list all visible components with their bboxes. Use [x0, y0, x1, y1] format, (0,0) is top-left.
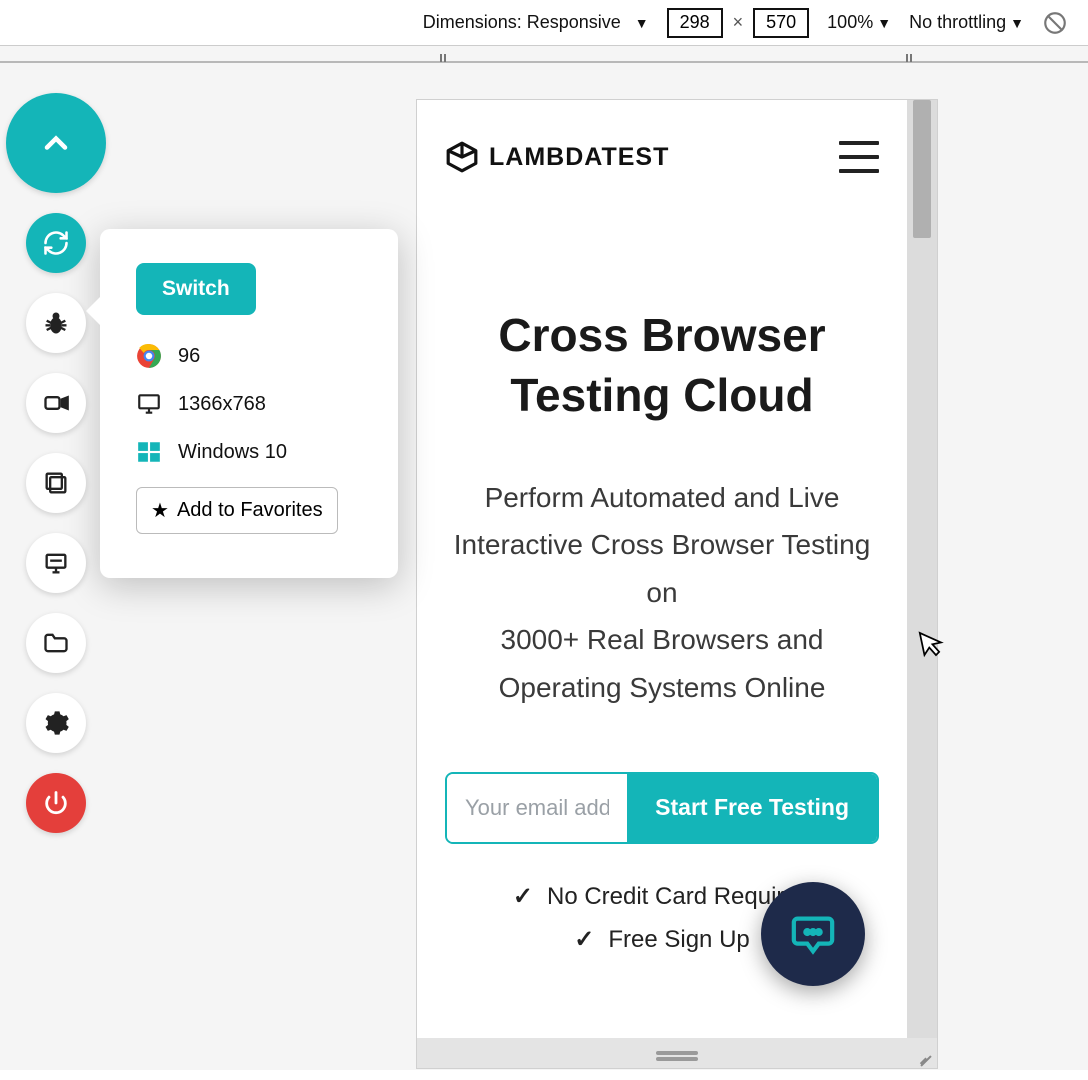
page-header: LAMBDATEST: [417, 100, 907, 198]
brand-name: LAMBDATEST: [489, 143, 669, 172]
caret-down-icon: ▼: [877, 15, 891, 31]
caret-down-icon: ▼: [1010, 15, 1024, 31]
hero-sub-line2: on: [646, 577, 677, 608]
check-icon: ✓: [513, 883, 533, 910]
add-to-favorites-button[interactable]: ★ Add to Favorites: [136, 487, 338, 534]
device-viewport[interactable]: LAMBDATEST Cross Browser Testing Cloud P…: [417, 100, 907, 1040]
perk-text: Free Sign Up: [608, 926, 749, 953]
hero-title: Cross Browser Testing Cloud: [417, 306, 907, 426]
os-value: Windows 10: [178, 441, 287, 464]
screenshot-gallery-button[interactable]: [26, 453, 86, 513]
width-input[interactable]: [667, 8, 723, 38]
device-frame: LAMBDATEST Cross Browser Testing Cloud P…: [416, 99, 938, 1069]
os-row: Windows 10: [136, 439, 362, 465]
dimension-separator: ×: [733, 12, 744, 33]
settings-button[interactable]: [26, 693, 86, 753]
files-button[interactable]: [26, 613, 86, 673]
throttling-dropdown[interactable]: No throttling ▼: [909, 12, 1024, 33]
hero-sub-line1: Perform Automated and Live Interactive C…: [454, 482, 871, 561]
dimensions-label: Dimensions: Responsive: [423, 12, 621, 33]
signup-row: Start Free Testing: [445, 772, 879, 844]
mark-bug-button[interactable]: [26, 293, 86, 353]
scrollbar-thumb[interactable]: [913, 100, 931, 238]
chat-widget-button[interactable]: [761, 882, 865, 986]
logo-mark-icon: [445, 140, 479, 174]
zoom-dropdown[interactable]: 100% ▼: [827, 12, 891, 33]
devtools-device-toolbar: Dimensions: Responsive ▼ × 100% ▼ No thr…: [0, 0, 1088, 45]
project-device-button[interactable]: [26, 533, 86, 593]
throttling-value: No throttling: [909, 12, 1006, 33]
ruler: [0, 45, 1088, 63]
workspace: Switch 96 1366x768 Windows 10 ★ Add to F…: [0, 63, 1088, 1070]
switch-config-button[interactable]: [26, 213, 86, 273]
record-video-button[interactable]: [26, 373, 86, 433]
end-session-button[interactable]: [26, 773, 86, 833]
menu-button[interactable]: [839, 141, 879, 173]
resize-handle-icon[interactable]: [913, 1044, 935, 1066]
switch-button[interactable]: Switch: [136, 263, 256, 315]
check-icon: ✓: [574, 926, 594, 953]
windows-icon: [136, 439, 162, 465]
email-input[interactable]: [447, 774, 627, 842]
dimensions-preset-dropdown[interactable]: Dimensions: Responsive ▼: [423, 12, 649, 33]
resolution-row: 1366x768: [136, 391, 362, 417]
browser-row: 96: [136, 343, 362, 369]
resolution-value: 1366x768: [178, 393, 266, 416]
dimensions-inputs: ×: [667, 8, 810, 38]
star-icon: ★: [151, 498, 169, 523]
collapse-panel-button[interactable]: [6, 93, 106, 193]
favorites-label: Add to Favorites: [177, 499, 323, 522]
hero-sub-line3: 3000+ Real Browsers and Operating System…: [499, 624, 826, 703]
rotate-button[interactable]: [1042, 10, 1068, 36]
hero-title-line2: Testing Cloud: [510, 369, 813, 421]
browser-version: 96: [178, 345, 200, 368]
side-rail: [6, 93, 106, 833]
session-popover: Switch 96 1366x768 Windows 10 ★ Add to F…: [100, 229, 398, 578]
start-free-testing-button[interactable]: Start Free Testing: [627, 774, 877, 842]
brand-logo[interactable]: LAMBDATEST: [445, 140, 669, 174]
monitor-icon: [136, 391, 162, 417]
hero-title-line1: Cross Browser: [498, 309, 825, 361]
height-input[interactable]: [753, 8, 809, 38]
chrome-icon: [136, 343, 162, 369]
zoom-value: 100%: [827, 12, 873, 33]
viewport-vertical-scrollbar[interactable]: [907, 100, 937, 1040]
hero-subtitle: Perform Automated and Live Interactive C…: [417, 474, 907, 712]
viewport-bottom-handle[interactable]: [417, 1038, 937, 1068]
caret-down-icon: ▼: [635, 15, 649, 31]
